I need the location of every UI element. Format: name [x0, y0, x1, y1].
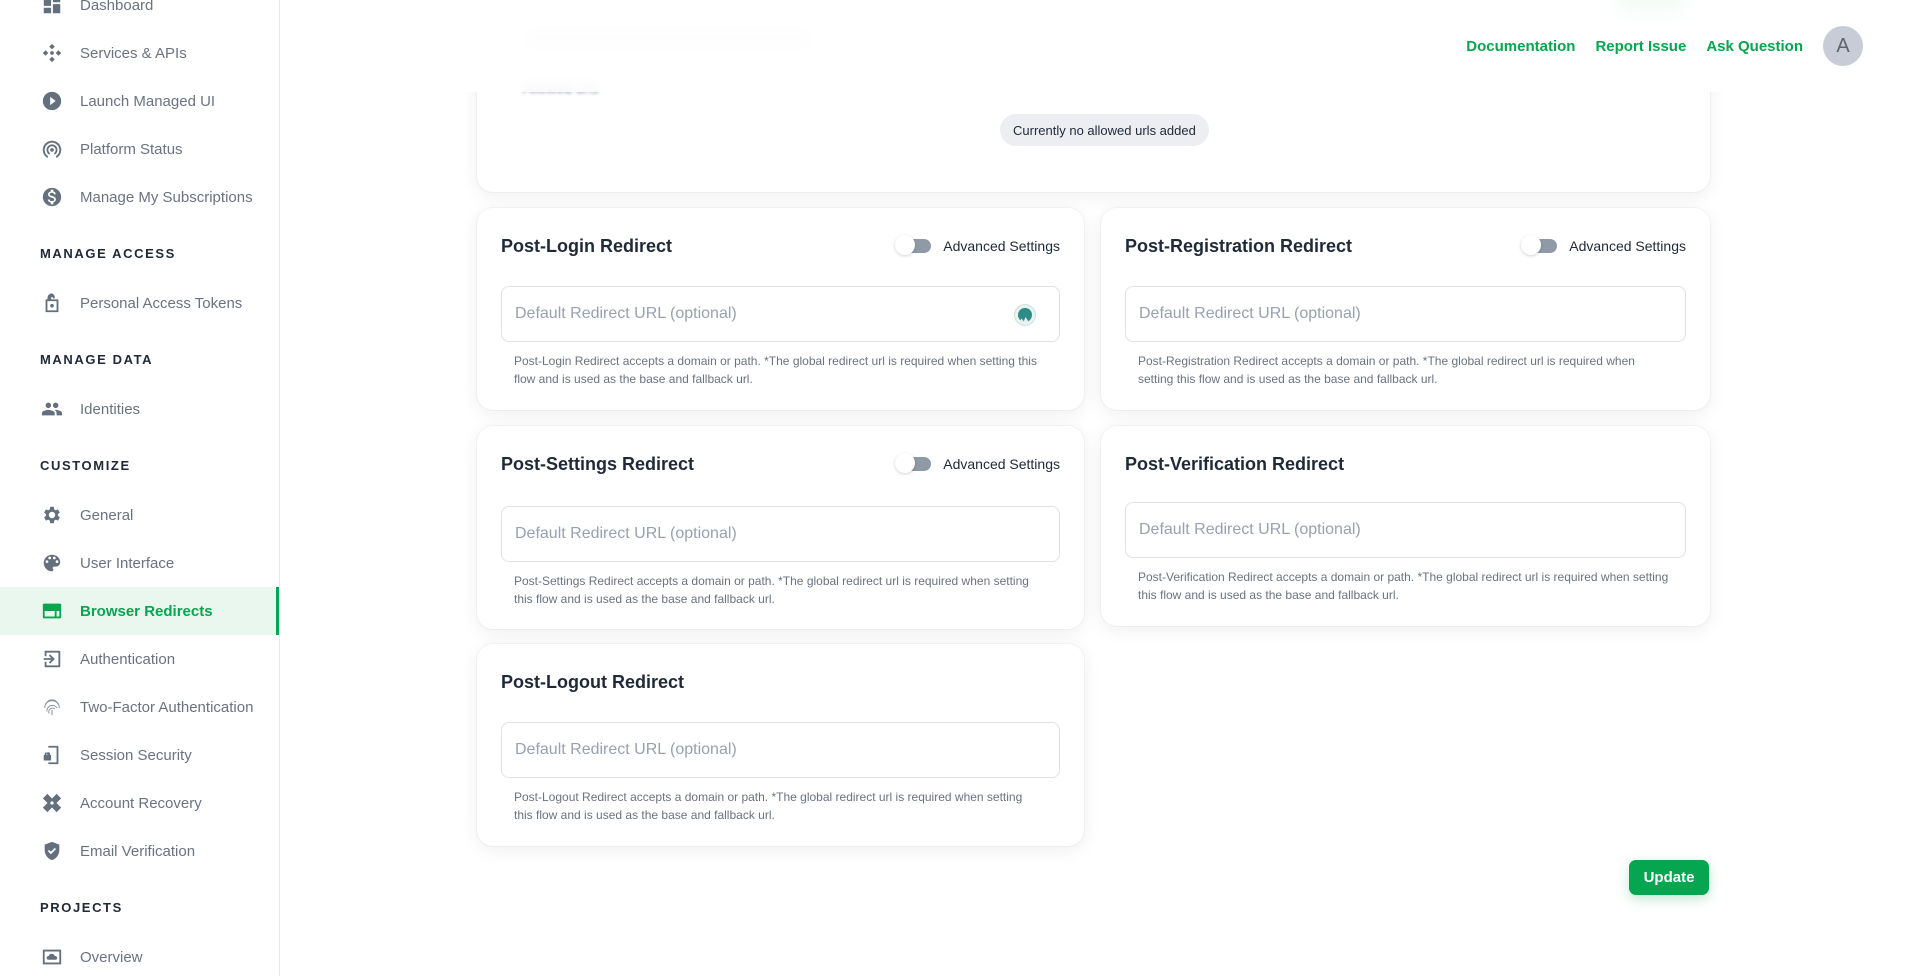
helper-text: Post-Verification Redirect accepts a dom…: [1138, 570, 1669, 602]
phone-lock-icon: [40, 743, 64, 767]
toggle-switch[interactable]: [1521, 235, 1558, 255]
helper-text: Post-Registration Redirect accepts a dom…: [1138, 354, 1635, 386]
sidebar-item-overview[interactable]: Overview: [0, 933, 279, 976]
toggle-switch[interactable]: [895, 453, 932, 473]
advanced-settings-toggle[interactable]: Advanced Settings: [895, 453, 1060, 473]
section-projects: PROJECTS: [40, 900, 123, 915]
sidebar-item-personal-access-tokens[interactable]: Personal Access Tokens: [0, 279, 279, 327]
post-verification-url-input[interactable]: [1125, 502, 1686, 558]
sidebar-item-session-security[interactable]: Session Security: [0, 731, 279, 779]
post-login-url-input[interactable]: [501, 286, 1060, 342]
dollar-icon: [40, 185, 64, 209]
password-manager-icon[interactable]: [1014, 304, 1036, 326]
toggle-label: Advanced Settings: [943, 456, 1060, 472]
services-icon: [40, 41, 64, 65]
sidebar-item-label: Manage My Subscriptions: [80, 188, 253, 206]
browser-icon: [40, 599, 64, 623]
sidebar-item-two-factor-authentication[interactable]: Two-Factor Authentication: [0, 683, 279, 731]
sidebar-item-label: Email Verification: [80, 842, 196, 860]
sidebar-item-platform-status[interactable]: Platform Status: [0, 125, 279, 173]
card-title: Post-Verification Redirect: [1125, 454, 1345, 474]
report-issue-link[interactable]: Report Issue: [1595, 38, 1686, 55]
card-title: Post-Settings Redirect: [501, 454, 695, 474]
card-title: Post-Login Redirect: [501, 236, 673, 256]
palette-icon: [40, 551, 64, 575]
sidebar-item-identities[interactable]: Identities: [0, 385, 279, 433]
broadcast-icon: [40, 137, 64, 161]
sidebar-item-browser-redirects[interactable]: Browser Redirects: [0, 587, 279, 635]
sidebar-item-label: Session Security: [80, 746, 192, 764]
sidebar-item-label: Authentication: [80, 650, 176, 668]
post-settings-url-input[interactable]: [501, 506, 1060, 562]
sidebar-item-label: General: [80, 506, 134, 524]
gear-icon: [40, 503, 64, 527]
sidebar-item-label: Launch Managed UI: [80, 92, 216, 110]
ask-question-link[interactable]: Ask Question: [1706, 38, 1803, 55]
sidebar-item-dashboard[interactable]: Dashboard: [0, 0, 279, 29]
helper-text: Post-Settings Redirect accepts a domain …: [514, 574, 1029, 606]
lock-icon: [40, 291, 64, 315]
header-links: Documentation Report Issue Ask Question …: [1466, 26, 1863, 66]
post-logout-url-input[interactable]: [501, 722, 1060, 778]
sidebar-item-email-verification[interactable]: Email Verification: [0, 827, 279, 875]
no-allowed-urls-badge: Currently no allowed urls added: [1000, 114, 1209, 146]
documentation-link[interactable]: Documentation: [1466, 38, 1575, 55]
sidebar-item-label: Services & APIs: [80, 44, 187, 62]
users-icon: [40, 397, 64, 421]
advanced-settings-toggle[interactable]: Advanced Settings: [1521, 235, 1686, 255]
sidebar-item-label: Account Recovery: [80, 794, 202, 812]
sidebar-item-label: Identities: [80, 400, 141, 418]
post-settings-redirect-card: Post-Settings Redirect Advanced Settings…: [477, 426, 1084, 629]
helper-text: Post-Logout Redirect accepts a domain or…: [514, 790, 1023, 822]
advanced-settings-toggle[interactable]: Advanced Settings: [895, 235, 1060, 255]
cloud-icon: [40, 945, 64, 969]
bandage-icon: [40, 791, 64, 815]
toggle-switch[interactable]: [895, 235, 932, 255]
sidebar-item-label: Overview: [80, 948, 143, 966]
post-logout-redirect-card: Post-Logout Redirect Post-Logout Redirec…: [477, 644, 1084, 846]
helper-text: Post-Login Redirect accepts a domain or …: [514, 354, 1037, 386]
sidebar-item-label: Personal Access Tokens: [80, 294, 243, 312]
play-icon: [40, 89, 64, 113]
dashboard-icon: [40, 0, 64, 17]
post-login-redirect-card: Post-Login Redirect Advanced Settings Po…: [477, 208, 1084, 410]
sidebar-item-launch-managed-ui[interactable]: Launch Managed UI: [0, 77, 279, 125]
section-manage-data: MANAGE DATA: [40, 352, 154, 367]
card-title: Post-Registration Redirect: [1125, 236, 1353, 256]
post-registration-redirect-card: Post-Registration Redirect Advanced Sett…: [1101, 208, 1710, 410]
login-icon: [40, 647, 64, 671]
sidebar-item-label: Two-Factor Authentication: [80, 698, 254, 716]
section-customize: CUSTOMIZE: [40, 458, 131, 473]
sidebar-item-label: User Interface: [80, 554, 175, 572]
avatar[interactable]: A: [1823, 26, 1863, 66]
sidebar-item-general[interactable]: General: [0, 491, 279, 539]
sidebar-item-label: Browser Redirects: [80, 602, 213, 620]
update-button[interactable]: Update: [1629, 860, 1709, 895]
sidebar-item-manage-subscriptions[interactable]: Manage My Subscriptions: [0, 173, 279, 221]
shield-check-icon: [40, 839, 64, 863]
toggle-label: Advanced Settings: [943, 238, 1060, 254]
fingerprint-icon: [40, 695, 64, 719]
section-manage-access: MANAGE ACCESS: [40, 246, 176, 261]
toggle-label: Advanced Settings: [1569, 238, 1686, 254]
sidebar: Dashboard Services & APIs Launch Managed…: [0, 0, 280, 976]
sidebar-item-label: Platform Status: [80, 140, 183, 158]
top-header: Documentation Report Issue Ask Question …: [280, 0, 1905, 92]
sidebar-item-label: Dashboard: [80, 0, 154, 14]
sidebar-item-authentication[interactable]: Authentication: [0, 635, 279, 683]
post-verification-redirect-card: Post-Verification Redirect Post-Verifica…: [1101, 426, 1710, 626]
sidebar-item-services-apis[interactable]: Services & APIs: [0, 29, 279, 77]
card-title: Post-Logout Redirect: [501, 672, 684, 692]
sidebar-item-account-recovery[interactable]: Account Recovery: [0, 779, 279, 827]
sidebar-item-user-interface[interactable]: User Interface: [0, 539, 279, 587]
post-registration-url-input[interactable]: [1125, 286, 1686, 342]
